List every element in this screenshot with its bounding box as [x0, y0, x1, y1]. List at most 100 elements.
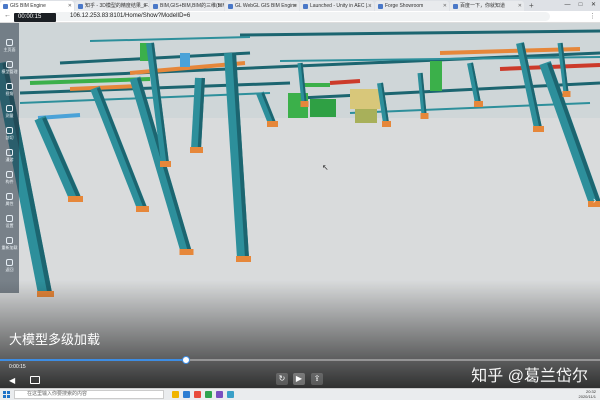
subtitle-icon[interactable] [30, 376, 40, 384]
tab-close-icon[interactable]: ✕ [143, 1, 147, 11]
taskbar-search[interactable]: 在这里输入你要搜索的内容 [14, 390, 164, 399]
tab-close-icon[interactable]: ✕ [443, 1, 447, 11]
sidebar-item-label: 构件 [5, 179, 14, 184]
column-footing [179, 249, 194, 255]
progress-knob[interactable] [182, 356, 190, 364]
file-explorer-icon[interactable] [172, 391, 179, 398]
sidebar-item[interactable]: 剖切 [0, 125, 19, 143]
system-tray-clock[interactable]: 20:32 2020/11/1 [579, 389, 597, 399]
app-icon-blue[interactable] [227, 391, 234, 398]
current-time: 0:00:15 [9, 364, 26, 370]
sidebar-item[interactable]: 主页面 [0, 37, 19, 55]
tab-label: 知乎 - 3D模型的精度结果_IF... [85, 3, 149, 9]
browser-tab-strip: GIS BIM Engine ✕ 知乎 - 3D模型的精度结果_IF... ✕ BIM,… [0, 0, 600, 11]
windows-start-icon[interactable] [3, 391, 10, 398]
sidebar-item-label: 属性 [5, 201, 14, 206]
app-icon-green[interactable] [205, 391, 212, 398]
sidebar-tool-icon [6, 193, 13, 200]
tab-label: GL WebGL GIS BIM Engine [235, 3, 297, 9]
column-footing [236, 256, 251, 262]
watermark: 知乎 @葛兰岱尔 [471, 368, 588, 385]
sidebar-item-label: 剖切 [5, 135, 14, 140]
back-icon[interactable]: ← [4, 12, 11, 19]
next-panel-icon[interactable]: › [593, 195, 596, 205]
sidebar-tool-icon [6, 127, 13, 134]
close-window-icon[interactable]: ✕ [587, 0, 600, 11]
url-field[interactable]: 106.12.253.83:8101/Home/Show?ModelID=6 [50, 12, 550, 21]
sidebar-item[interactable]: 设置 [0, 213, 19, 231]
minimize-icon[interactable]: — [561, 0, 574, 11]
share-icon[interactable]: ⇪ [311, 373, 323, 385]
clock-date: 2020/11/1 [578, 394, 597, 399]
sidebar-item-label: 视角 [5, 91, 14, 96]
volume-icon[interactable]: ◀ [9, 376, 15, 385]
tab-favicon-icon [303, 4, 308, 9]
sidebar-item[interactable]: 重新加载 [0, 235, 19, 253]
sidebar-item[interactable]: 测量 [0, 103, 19, 121]
sidebar-tool-icon [6, 83, 13, 90]
tab-label: BIM,GIS+BIM,BIM的三维(BIM).. [160, 3, 224, 9]
loop-icon[interactable]: ↻ [276, 373, 288, 385]
column-footing [474, 101, 483, 107]
tab-favicon-icon [3, 4, 8, 9]
tab-label: 百度一下，你就知道 [460, 3, 506, 9]
sidebar-tool-icon [6, 237, 13, 244]
edge-icon[interactable] [183, 391, 190, 398]
tab-favicon-icon [378, 4, 383, 9]
browser-tab[interactable]: BIM,GIS+BIM,BIM的三维(BIM).. ✕ [150, 1, 224, 11]
sidebar-item[interactable]: 构件 [0, 169, 19, 187]
tab-label: Forge Showroom [385, 3, 424, 9]
sidebar-tool-icon [6, 105, 13, 112]
video-progress-bar[interactable] [0, 356, 600, 364]
browser-menu-icon[interactable]: ⋮ [589, 12, 596, 20]
browser-tab[interactable]: GIS BIM Engine ✕ [0, 1, 74, 11]
sidebar-item[interactable]: 视角 [0, 81, 19, 99]
tab-favicon-icon [228, 4, 233, 9]
column-footing [267, 121, 278, 127]
sidebar-item[interactable]: 属性 [0, 191, 19, 209]
browser-tab[interactable]: GL WebGL GIS BIM Engine ✕ [225, 1, 299, 11]
sidebar-item-label: 返回 [5, 267, 14, 272]
browser-tab[interactable]: 知乎 - 3D模型的精度结果_IF... ✕ [75, 1, 149, 11]
column-footing [190, 147, 203, 153]
mouse-cursor-icon: ↖ [322, 163, 329, 172]
sidebar-tool-icon [6, 39, 13, 46]
sidebar-tool-icon [6, 61, 13, 68]
sidebar-item-label: 重新加载 [1, 245, 18, 250]
sidebar-item[interactable]: 返回 [0, 257, 19, 275]
taskbar-search-placeholder: 在这里输入你要搜索的内容 [27, 391, 88, 397]
maximize-icon[interactable]: □ [574, 0, 587, 11]
tab-close-icon[interactable]: ✕ [518, 1, 522, 11]
column-footing [562, 91, 571, 97]
tab-list: GIS BIM Engine ✕ 知乎 - 3D模型的精度结果_IF... ✕ BIM,… [0, 1, 525, 11]
chrome-icon[interactable] [194, 391, 201, 398]
sidebar-tool-icon [6, 171, 13, 178]
app-icon-purple[interactable] [216, 391, 223, 398]
column-footing [136, 206, 149, 212]
tab-favicon-icon [78, 4, 83, 9]
progress-fill [0, 359, 186, 361]
sidebar-item-label: 测量 [5, 113, 14, 118]
tab-close-icon[interactable]: ✕ [218, 1, 222, 11]
browser-tab[interactable]: 百度一下，你就知道 ✕ [450, 1, 524, 11]
browser-tab[interactable]: Forge Showroom ✕ [375, 1, 449, 11]
play-icon[interactable]: ▶ [293, 373, 305, 385]
new-tab-button[interactable]: + [525, 1, 538, 11]
column-footing [420, 113, 429, 119]
video-caption: 大模型多级加载 [9, 332, 101, 347]
column-footing [68, 196, 83, 202]
taskbar: 在这里输入你要搜索的内容 20:32 2020/11/1 [0, 388, 600, 400]
browser-tab[interactable]: Launched - Unity in AEC |... ✕ [300, 1, 374, 11]
sidebar-tool-icon [6, 149, 13, 156]
address-bar: ← → ↻ 106.12.253.83:8101/Home/Show?Model… [0, 11, 600, 23]
sidebar-tool-icon [6, 215, 13, 222]
sidebar-item[interactable]: 模型管理 [0, 59, 19, 77]
sidebar-item-label: 主页面 [3, 47, 16, 52]
tab-label: GIS BIM Engine [10, 3, 46, 9]
sidebar-item-label: 漫游 [5, 157, 14, 162]
sidebar-item[interactable]: 漫游 [0, 147, 19, 165]
tab-close-icon[interactable]: ✕ [293, 1, 297, 11]
tab-close-icon[interactable]: ✕ [368, 1, 372, 11]
tab-close-icon[interactable]: ✕ [68, 1, 72, 11]
column-footing [300, 101, 309, 107]
